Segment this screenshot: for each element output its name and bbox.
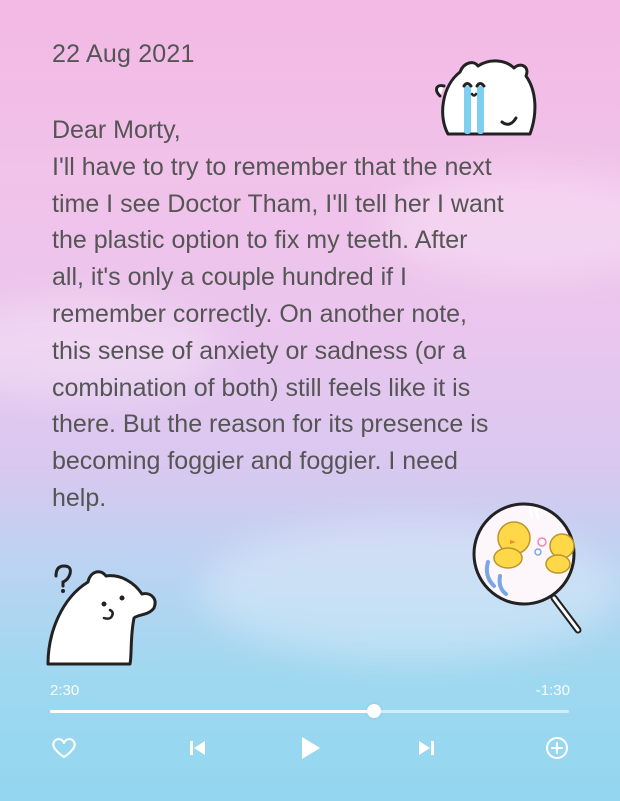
- progress-knob[interactable]: [367, 704, 382, 718]
- skip-forward-icon: [419, 741, 434, 755]
- audio-player: 2:30 -1:30: [0, 680, 620, 801]
- note-line: remember correctly. On another note,: [52, 299, 467, 328]
- note-line: combination of both) still feels like it…: [52, 373, 471, 402]
- duck-fan-sticker: [472, 502, 582, 634]
- previous-button[interactable]: [182, 732, 214, 764]
- plus-circle-icon: [546, 737, 568, 759]
- elapsed-time: 2:30: [50, 682, 80, 699]
- note-line: I'll have to try to remember that the ne…: [52, 152, 492, 181]
- play-icon: [302, 737, 320, 759]
- note-date: 22 Aug 2021: [52, 40, 195, 68]
- like-button[interactable]: [48, 732, 80, 764]
- note-line: time I see Doctor Tham, I'll tell her I …: [52, 189, 504, 218]
- crying-bear-sticker: [435, 59, 537, 136]
- next-button[interactable]: [410, 732, 442, 764]
- add-button[interactable]: [541, 732, 573, 764]
- confused-bear-sticker: [46, 564, 157, 666]
- progress-track[interactable]: [50, 704, 569, 718]
- note-line: the plastic option to fix my teeth. Afte…: [52, 226, 468, 255]
- note-line: there. But the reason for its presence i…: [52, 410, 489, 439]
- note-body: Dear Morty, I'll have to try to remember…: [52, 112, 572, 517]
- note-line: becoming foggier and foggier. I need: [52, 447, 458, 476]
- progress-fill: [50, 710, 375, 713]
- remaining-time: -1:30: [535, 682, 570, 699]
- heart-icon: [52, 738, 76, 758]
- play-button[interactable]: [294, 732, 326, 764]
- note-screen: 22 Aug 2021 Dear Morty, I'll have to try…: [0, 0, 620, 801]
- skip-back-icon: [190, 741, 205, 755]
- note-line: all, it's only a couple hundred if I: [52, 263, 407, 292]
- note-line: this sense of anxiety or sadness (or a: [52, 336, 467, 365]
